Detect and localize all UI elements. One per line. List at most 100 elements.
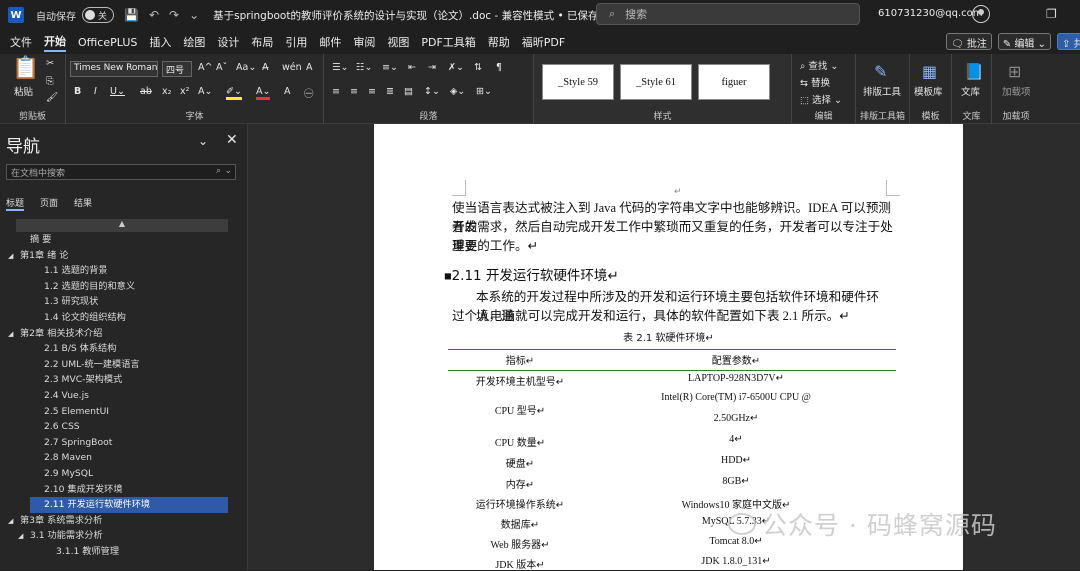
template-icon[interactable]: ▦ [922,62,937,81]
bold-icon[interactable]: B [74,86,81,97]
style-61[interactable]: _Style 61 [620,64,692,100]
autosave-toggle[interactable]: 关 [82,7,114,23]
save-icon[interactable]: 💾 [124,8,139,22]
nav-heading-item[interactable]: ◢ 第1章 绪 论 [0,248,248,264]
nav-search-input[interactable]: 在文档中搜索 ⌕ ⌄ [6,164,236,180]
layout-tool-icon[interactable]: ✎ [874,62,887,81]
align-center-icon[interactable]: ≡ [350,86,358,97]
nav-heading-item[interactable]: ◢ 3.1 功能需求分析 [0,528,248,544]
menu-tab-7[interactable]: 引用 [285,34,307,50]
undo-icon[interactable]: ↶ [149,8,159,22]
decrease-indent-icon[interactable]: ⇤ [408,62,416,73]
line-spacing-icon[interactable]: ↕⌄ [424,86,440,97]
menu-tab-12[interactable]: 帮助 [488,34,510,50]
numbering-icon[interactable]: ☷⌄ [356,62,372,73]
nav-heading-item[interactable]: 1.2 选题的目的和意义 [0,279,248,295]
font-size-select[interactable]: 四号 [162,61,192,77]
tab-headings[interactable]: 标题 [6,196,25,211]
addins-button[interactable]: 加载项 [1002,84,1031,98]
addins-icon[interactable]: ⊞ [1008,62,1021,81]
replace-button[interactable]: ⇆ 替换 [800,75,830,89]
align-left-icon[interactable]: ≡ [332,86,340,97]
nav-heading-item[interactable]: 1.4 论文的组织结构 [0,310,248,326]
font-color-icon[interactable]: A⌄ [256,86,271,100]
comments-button[interactable]: 🗨 批注 [946,33,992,50]
italic-icon[interactable]: I [94,86,97,97]
menu-tab-11[interactable]: PDF工具箱 [421,34,475,50]
distributed-icon[interactable]: ▤ [404,86,413,97]
strikethrough-icon[interactable]: ab [140,86,152,97]
menu-tab-1[interactable]: 开始 [44,33,66,52]
avatar-icon[interactable] [972,5,990,23]
nav-heading-item[interactable]: 2.2 UML-统一建模语言 [0,357,248,373]
share-button[interactable]: ⇪ 共享 [1057,33,1080,50]
style-59[interactable]: _Style 59 [542,64,614,100]
nav-heading-item[interactable]: ◢ 第2章 相关技术介绍 [0,326,248,342]
menu-tab-4[interactable]: 绘图 [183,34,205,50]
chevron-down-icon[interactable]: ⌄ [224,166,232,176]
menu-tab-2[interactable]: OfficePLUS [78,36,137,49]
increase-indent-icon[interactable]: ⇥ [428,62,436,73]
customize-quick-access-icon[interactable]: ⌄ [189,8,199,22]
nav-heading-item[interactable]: 2.10 集成开发环境 [0,482,248,498]
template-button[interactable]: 模板库 [914,84,943,98]
library-icon[interactable]: 📘 [964,62,984,81]
nav-heading-item[interactable]: 摘 要 [0,232,248,248]
expand-arrow-icon[interactable]: ◢ [8,249,20,265]
nav-heading-item[interactable]: 1.1 选题的背景 [0,263,248,279]
paste-button[interactable]: 粘贴 [14,84,33,98]
style-figuer[interactable]: figuer [698,64,770,100]
shrink-font-icon[interactable]: Aˇ [216,62,227,73]
borders-icon[interactable]: ⊞⌄ [476,86,492,97]
grow-font-icon[interactable]: A^ [198,62,212,73]
nav-heading-item[interactable]: 2.6 CSS [0,419,248,435]
text-effects-icon[interactable]: A⌄ [198,86,212,97]
nav-heading-item[interactable]: 3.1.1 教师管理 [0,544,248,560]
tab-results[interactable]: 结果 [74,196,92,211]
align-right-icon[interactable]: ≡ [368,86,376,97]
clear-format-icon[interactable]: A̶ [262,62,269,73]
change-case-icon[interactable]: Aa⌄ [236,62,256,73]
menu-tab-10[interactable]: 视图 [387,34,409,50]
sort-icon[interactable]: ⇅ [474,62,482,73]
nav-heading-item[interactable]: 2.7 SpringBoot [0,435,248,451]
find-button[interactable]: ⌕ 查找 ⌄ [800,58,838,72]
layout-tool-button[interactable]: 排版工具 [863,84,901,98]
nav-heading-item[interactable]: 2.3 MVC-架构模式 [0,372,248,388]
editing-mode-button[interactable]: ✎ 编辑 ⌄ [997,33,1051,50]
menu-tab-9[interactable]: 审阅 [353,34,375,50]
nav-heading-item[interactable]: 2.8 Maven [0,450,248,466]
chinese-layout-icon[interactable]: ✗⌄ [448,62,464,73]
highlight-icon[interactable]: ✐⌄ [226,86,242,100]
expand-arrow-icon[interactable]: ◢ [8,514,20,530]
menu-tab-0[interactable]: 文件 [10,34,32,50]
nav-heading-item[interactable]: 2.1 B/S 体系结构 [0,341,248,357]
nav-scroll-up[interactable]: ▲ [16,219,228,232]
multilevel-list-icon[interactable]: ≡⌄ [382,62,398,73]
phonetic-guide-icon[interactable]: wén [282,62,302,73]
subscript-icon[interactable]: x₂ [162,86,171,97]
paste-icon[interactable]: 📋 [12,56,39,81]
expand-arrow-icon[interactable]: ◢ [8,327,20,343]
char-border-icon[interactable]: A [306,62,313,73]
format-painter-icon[interactable]: 🖌 [46,92,58,103]
user-account[interactable]: 610731230@qq.com [878,8,983,19]
search-input[interactable]: ⌕ 搜索 [596,3,860,25]
cut-icon[interactable]: ✂ [46,58,54,69]
bullets-icon[interactable]: ☰⌄ [332,62,348,73]
menu-tab-5[interactable]: 设计 [217,34,239,50]
show-marks-icon[interactable]: ¶ [496,62,502,73]
enclose-char-icon[interactable]: ㊀ [304,86,314,100]
expand-arrow-icon[interactable]: ◢ [18,529,30,545]
nav-heading-item[interactable]: 2.9 MySQL [0,466,248,482]
tab-pages[interactable]: 页面 [40,196,58,211]
copy-icon[interactable]: ⎘ [46,76,54,87]
nav-heading-item[interactable]: 1.3 研究现状 [0,294,248,310]
superscript-icon[interactable]: x² [180,86,189,97]
document-page[interactable]: ↵ 使当语言表达式被注入到 Java 代码的字符串文字中也能够辨识。IDEA 可… [374,124,963,571]
justify-icon[interactable]: ≣ [386,86,394,97]
document-title[interactable]: 基于springboot的教师评价系统的设计与实现（论文）.doc - 兼容性模… [213,8,611,23]
menu-tab-8[interactable]: 邮件 [319,34,341,50]
nav-heading-item[interactable]: ◢ 第3章 系统需求分析 [0,513,248,529]
nav-heading-item[interactable]: 2.5 ElementUI [0,404,248,420]
